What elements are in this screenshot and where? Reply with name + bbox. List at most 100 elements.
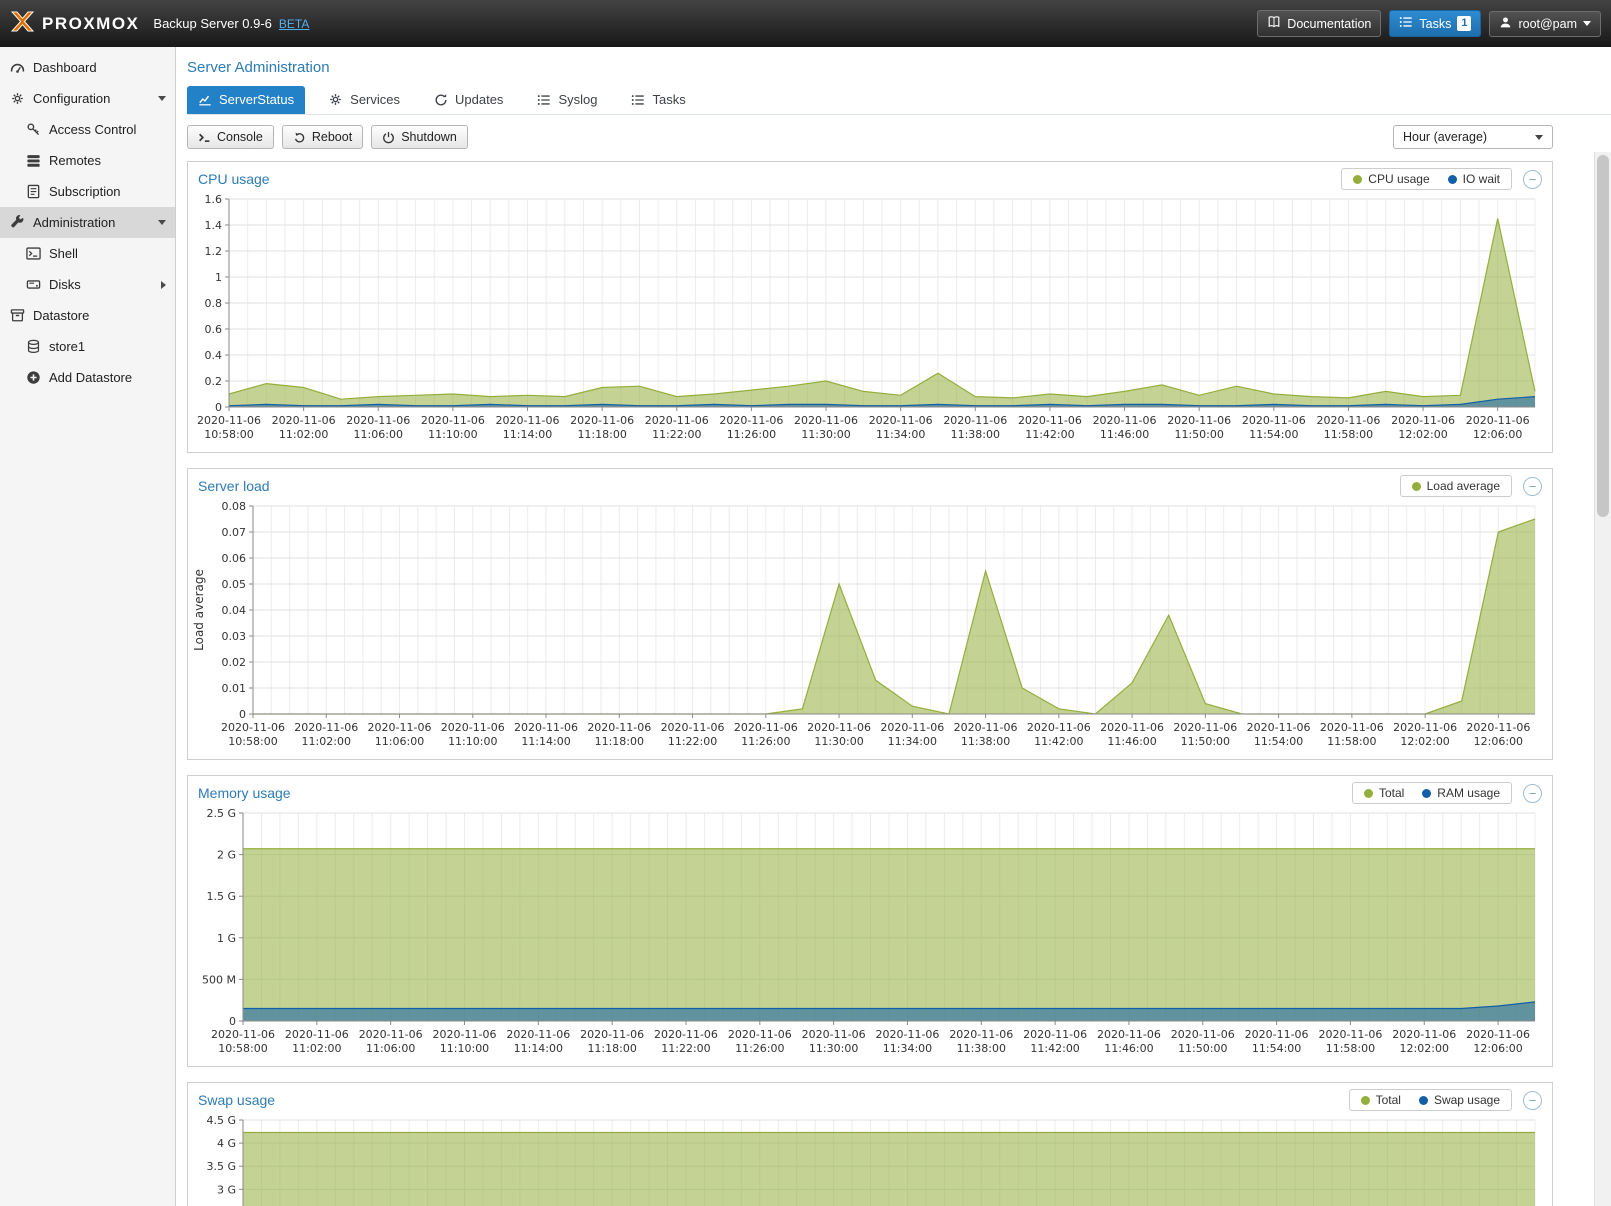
svg-text:0.08: 0.08	[222, 500, 247, 513]
collapse-panel-button[interactable]	[1523, 1091, 1542, 1110]
panel-header: Swap usage TotalSwap usage	[188, 1083, 1552, 1114]
collapse-panel-button[interactable]	[1523, 477, 1542, 496]
sidebar-item-administration[interactable]: Administration	[0, 207, 175, 238]
sidebar-item-label: Remotes	[49, 153, 101, 168]
documentation-button[interactable]: Documentation	[1257, 10, 1381, 37]
svg-text:2020-11-06: 2020-11-06	[1466, 721, 1530, 734]
svg-text:1.2: 1.2	[205, 245, 223, 258]
top-header: PROXMOX Backup Server 0.9-6 BETA Documen…	[0, 0, 1611, 47]
reboot-button[interactable]: Reboot	[282, 125, 363, 149]
list-icon	[631, 93, 645, 107]
console-button[interactable]: Console	[187, 125, 274, 149]
proxmox-logo: PROXMOX	[10, 11, 139, 37]
sidebar-item-store1[interactable]: store1	[0, 331, 175, 362]
sidebar-item-shell[interactable]: Shell	[0, 238, 175, 269]
svg-text:11:54:00: 11:54:00	[1249, 428, 1298, 441]
legend-item[interactable]: Swap usage	[1419, 1093, 1500, 1107]
time-range-value: Hour (average)	[1403, 130, 1487, 144]
tab-serverstatus[interactable]: ServerStatus	[187, 86, 305, 114]
svg-text:11:10:00: 11:10:00	[428, 428, 477, 441]
chevron-down-icon[interactable]	[158, 96, 166, 101]
chevron-down-icon[interactable]	[158, 220, 166, 225]
legend-dot	[1361, 1096, 1370, 1105]
reboot-icon	[293, 131, 306, 144]
svg-text:1.4: 1.4	[205, 219, 223, 232]
sidebar-item-dashboard[interactable]: Dashboard	[0, 52, 175, 83]
svg-text:11:26:00: 11:26:00	[735, 1042, 784, 1055]
legend-label: IO wait	[1463, 172, 1500, 186]
svg-text:12:02:00: 12:02:00	[1400, 1042, 1449, 1055]
legend-label: Total	[1376, 1093, 1401, 1107]
vertical-scrollbar[interactable]	[1594, 152, 1611, 1206]
tab-label: ServerStatus	[219, 92, 294, 107]
svg-text:11:10:00: 11:10:00	[440, 1042, 489, 1055]
sidebar-item-subscription[interactable]: Subscription	[0, 176, 175, 207]
shutdown-button[interactable]: Shutdown	[371, 125, 468, 149]
panel-title: CPU usage	[198, 171, 270, 187]
sidebar-item-label: Configuration	[33, 91, 110, 106]
time-range-select[interactable]: Hour (average)	[1393, 125, 1553, 149]
legend-item[interactable]: Total	[1364, 786, 1404, 800]
panel-tools: Total RAM usage	[1352, 782, 1542, 804]
list-icon	[537, 93, 551, 107]
gauge-icon	[9, 60, 25, 75]
tasks-list-icon	[1399, 15, 1413, 32]
svg-text:0: 0	[239, 708, 246, 721]
svg-text:0.4: 0.4	[205, 349, 223, 362]
legend-item[interactable]: Load average	[1412, 479, 1500, 493]
tab-syslog[interactable]: Syslog	[526, 86, 608, 114]
tab-label: Tasks	[652, 92, 685, 107]
svg-text:2020-11-06: 2020-11-06	[794, 414, 858, 427]
sidebar-item-add-datastore[interactable]: Add Datastore	[0, 362, 175, 393]
sidebar-item-datastore[interactable]: Datastore	[0, 300, 175, 331]
sidebar-item-remotes[interactable]: Remotes	[0, 145, 175, 176]
svg-text:2020-11-06: 2020-11-06	[211, 1028, 275, 1041]
legend-item[interactable]: RAM usage	[1422, 786, 1500, 800]
tab-updates[interactable]: Updates	[423, 86, 514, 114]
sidebar-item-access-control[interactable]: Access Control	[0, 114, 175, 145]
sidebar-nav: Dashboard Configuration Access Control Remo…	[0, 47, 176, 1206]
legend-dot	[1364, 789, 1373, 798]
svg-text:11:26:00: 11:26:00	[741, 735, 790, 748]
charts-area: CPU usage CPU usageIO wait 00.20.40.60.8…	[187, 161, 1611, 1206]
svg-text:11:42:00: 11:42:00	[1030, 1042, 1079, 1055]
svg-text:2020-11-06: 2020-11-06	[1466, 414, 1530, 427]
svg-text:2020-11-06: 2020-11-06	[1320, 721, 1384, 734]
svg-text:2020-11-06: 2020-11-06	[1097, 1028, 1161, 1041]
chart-legend: CPU usage IO wait	[1341, 168, 1512, 190]
svg-text:11:22:00: 11:22:00	[661, 1042, 710, 1055]
legend-item[interactable]: Total	[1361, 1093, 1401, 1107]
chevron-right-icon[interactable]	[161, 281, 166, 289]
sidebar-item-configuration[interactable]: Configuration	[0, 83, 175, 114]
wrench-icon	[9, 215, 25, 230]
legend-dot	[1412, 482, 1421, 491]
svg-text:0.04: 0.04	[222, 604, 247, 617]
user-menu-button[interactable]: root@pam	[1489, 11, 1601, 37]
svg-text:11:34:00: 11:34:00	[888, 735, 937, 748]
tab-tasks[interactable]: Tasks	[620, 86, 696, 114]
svg-text:2020-11-06: 2020-11-06	[880, 721, 944, 734]
svg-text:0.07: 0.07	[222, 526, 247, 539]
svg-text:2020-11-06: 2020-11-06	[645, 414, 709, 427]
legend-item[interactable]: CPU usage	[1353, 172, 1429, 186]
tasks-button[interactable]: Tasks 1	[1389, 10, 1481, 37]
scrollbar-thumb[interactable]	[1597, 155, 1609, 517]
beta-link[interactable]: BETA	[279, 17, 309, 31]
tab-services[interactable]: Services	[317, 86, 411, 114]
sidebar-item-disks[interactable]: Disks	[0, 269, 175, 300]
tab-bar: ServerStatus Services Updates Syslog Tasks	[187, 86, 1611, 115]
legend-item[interactable]: IO wait	[1448, 172, 1500, 186]
remotes-icon	[25, 153, 41, 168]
book-icon	[1267, 15, 1281, 32]
legend-dot	[1422, 789, 1431, 798]
legend-dot	[1448, 175, 1457, 184]
svg-text:2020-11-06: 2020-11-06	[506, 1028, 570, 1041]
collapse-panel-button[interactable]	[1523, 170, 1542, 189]
svg-text:11:58:00: 11:58:00	[1326, 1042, 1375, 1055]
svg-text:11:50:00: 11:50:00	[1181, 735, 1230, 748]
svg-text:11:46:00: 11:46:00	[1107, 735, 1156, 748]
collapse-panel-button[interactable]	[1523, 784, 1542, 803]
svg-text:11:26:00: 11:26:00	[727, 428, 776, 441]
svg-text:11:46:00: 11:46:00	[1104, 1042, 1153, 1055]
svg-text:2020-11-06: 2020-11-06	[949, 1028, 1013, 1041]
